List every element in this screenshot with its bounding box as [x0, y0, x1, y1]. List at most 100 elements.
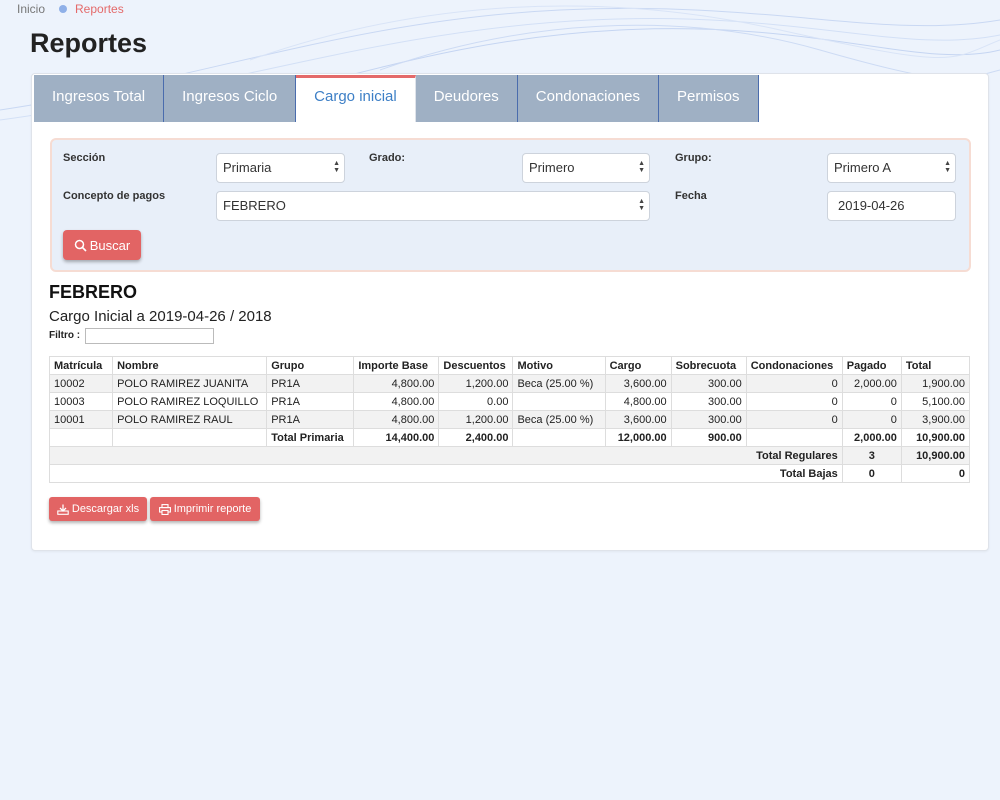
grado-select[interactable]: Primero ▲ ▼	[522, 153, 650, 183]
cell-grupo: PR1A	[266, 392, 355, 411]
column-header[interactable]: Matrícula	[48, 356, 114, 375]
report-subtitle: Cargo Inicial a 2019-04-26 / 2018	[49, 308, 272, 325]
cell-motivo: Beca (25.00 %)	[512, 410, 606, 429]
cell-matricula: 10001	[48, 410, 114, 429]
select-arrows-icon: ▲ ▼	[638, 198, 645, 212]
cell-cargo: 3,600.00	[604, 410, 672, 429]
imprimir-reporte-button[interactable]: Imprimir reporte	[150, 497, 260, 521]
cell-importe-base: 4,800.00	[353, 410, 440, 429]
cell-condonaciones: 0	[745, 410, 843, 429]
select-arrows-icon: ▲ ▼	[333, 160, 340, 174]
filtro-label: Filtro :	[49, 330, 81, 341]
cell-importe-base: 4,800.00	[353, 374, 440, 393]
table-row: 10003 POLO RAMIREZ LOQUILLO PR1A 4,800.0…	[48, 392, 971, 411]
seccion-select[interactable]: Primaria ▲ ▼	[216, 153, 345, 183]
column-header[interactable]: Sobrecuota	[670, 356, 747, 375]
report-title: FEBRERO	[49, 282, 138, 302]
tab-ingresos-total[interactable]: Ingresos Total	[34, 75, 165, 122]
total-primaria-row: Total Primaria 14,400.00 2,400.00 12,000…	[48, 428, 971, 447]
table-row: 10001 POLO RAMIREZ RAUL PR1A 4,800.00 1,…	[48, 410, 971, 429]
cell-total: 3,900.00	[900, 410, 971, 429]
concepto-select[interactable]: FEBRERO ▲ ▼	[216, 191, 650, 221]
total-descuentos: 2,400.00	[438, 428, 514, 447]
tab-permisos[interactable]: Permisos	[659, 75, 759, 122]
table-header-row: Matrícula Nombre Grupo Importe Base Desc…	[48, 356, 971, 375]
buscar-label: Buscar	[89, 237, 131, 253]
cell-sobrecuota: 300.00	[670, 374, 747, 393]
page-title: Reportes	[30, 28, 148, 58]
column-header[interactable]: Importe Base	[353, 356, 440, 375]
cell-matricula: 10002	[48, 374, 114, 393]
total-regulares-total: 10,900.00	[900, 446, 971, 465]
tab-ingresos-ciclo[interactable]: Ingresos Ciclo	[164, 75, 297, 122]
breadcrumb-home-link[interactable]: Inicio	[17, 2, 45, 16]
column-header[interactable]: Pagado	[841, 356, 902, 375]
table-row: 10002 POLO RAMIREZ JUANITA PR1A 4,800.00…	[48, 374, 971, 393]
seccion-value: Primaria	[223, 160, 272, 175]
cell-matricula: 10003	[48, 392, 114, 411]
search-icon	[74, 239, 87, 252]
descargar-xls-button[interactable]: Descargar xls	[49, 497, 147, 521]
tab-condonaciones[interactable]: Condonaciones	[517, 75, 660, 122]
column-header[interactable]: Nombre	[112, 356, 268, 375]
cell-descuentos: 1,200.00	[438, 410, 514, 429]
column-header[interactable]: Descuentos	[438, 356, 514, 375]
total-total: 10,900.00	[900, 428, 971, 447]
column-header[interactable]: Motivo	[512, 356, 606, 375]
cell-motivo	[512, 392, 606, 411]
total-regulares-count: 3	[841, 446, 902, 465]
cell-total: 5,100.00	[900, 392, 971, 411]
download-icon	[57, 504, 69, 515]
cell-pagado: 0	[841, 410, 902, 429]
imprimir-label: Imprimir reporte	[173, 503, 252, 515]
breadcrumb: Inicio Reportes	[17, 2, 124, 16]
cell-sobrecuota: 300.00	[670, 410, 747, 429]
report-card: Ingresos Total Ingresos Ciclo Cargo inic…	[31, 73, 989, 551]
total-primaria-label: Total Primaria	[266, 428, 355, 447]
cell-total: 1,900.00	[900, 374, 971, 393]
concepto-label: Concepto de pagos	[63, 190, 166, 202]
total-bajas-count: 0	[841, 464, 902, 483]
report-tabs: Ingresos Total Ingresos Ciclo Cargo inic…	[34, 75, 759, 122]
fecha-input[interactable]: 2019-04-26	[827, 191, 956, 221]
cell-cargo: 3,600.00	[604, 374, 672, 393]
grado-value: Primero	[529, 160, 575, 175]
total-bajas-label: Total Bajas	[49, 464, 843, 483]
cell-importe-base: 4,800.00	[353, 392, 440, 411]
grupo-label: Grupo:	[675, 152, 712, 164]
buscar-button[interactable]: Buscar	[63, 230, 141, 260]
select-arrows-icon: ▲ ▼	[944, 160, 951, 174]
cell-descuentos: 0.00	[438, 392, 514, 411]
tab-cargo-inicial[interactable]: Cargo inicial	[296, 75, 416, 122]
cell-grupo: PR1A	[266, 410, 355, 429]
cell-cargo: 4,800.00	[604, 392, 672, 411]
filtro-input[interactable]	[85, 328, 214, 344]
cell-condonaciones: 0	[745, 392, 843, 411]
cell-grupo: PR1A	[266, 374, 355, 393]
cell-pagado: 2,000.00	[841, 374, 902, 393]
concepto-value: FEBRERO	[223, 198, 286, 213]
total-bajas-row: Total Bajas 0 0	[49, 464, 971, 483]
print-icon	[158, 503, 171, 515]
tab-deudores[interactable]: Deudores	[415, 75, 518, 122]
total-sobrecuota: 900.00	[670, 428, 747, 447]
grupo-value: Primero A	[834, 160, 892, 175]
cell-descuentos: 1,200.00	[438, 374, 514, 393]
total-bajas-total: 0	[900, 464, 971, 483]
column-header[interactable]: Condonaciones	[745, 356, 843, 375]
grupo-select[interactable]: Primero A ▲ ▼	[827, 153, 956, 183]
select-arrows-icon: ▲ ▼	[638, 160, 645, 174]
total-regulares-label: Total Regulares	[49, 446, 843, 465]
cell-nombre: POLO RAMIREZ RAUL	[112, 410, 268, 429]
total-cargo: 12,000.00	[604, 428, 672, 447]
cell-nombre: POLO RAMIREZ LOQUILLO	[112, 392, 268, 411]
total-regulares-row: Total Regulares 3 10,900.00	[49, 446, 971, 465]
grado-label: Grado:	[369, 152, 406, 164]
cell-condonaciones: 0	[745, 374, 843, 393]
column-header[interactable]: Grupo	[266, 356, 355, 375]
breadcrumb-current[interactable]: Reportes	[75, 2, 124, 16]
breadcrumb-separator-icon	[59, 5, 68, 13]
report-table: Matrícula Nombre Grupo Importe Base Desc…	[48, 356, 971, 483]
column-header[interactable]: Cargo	[604, 356, 672, 375]
column-header[interactable]: Total	[900, 356, 971, 375]
